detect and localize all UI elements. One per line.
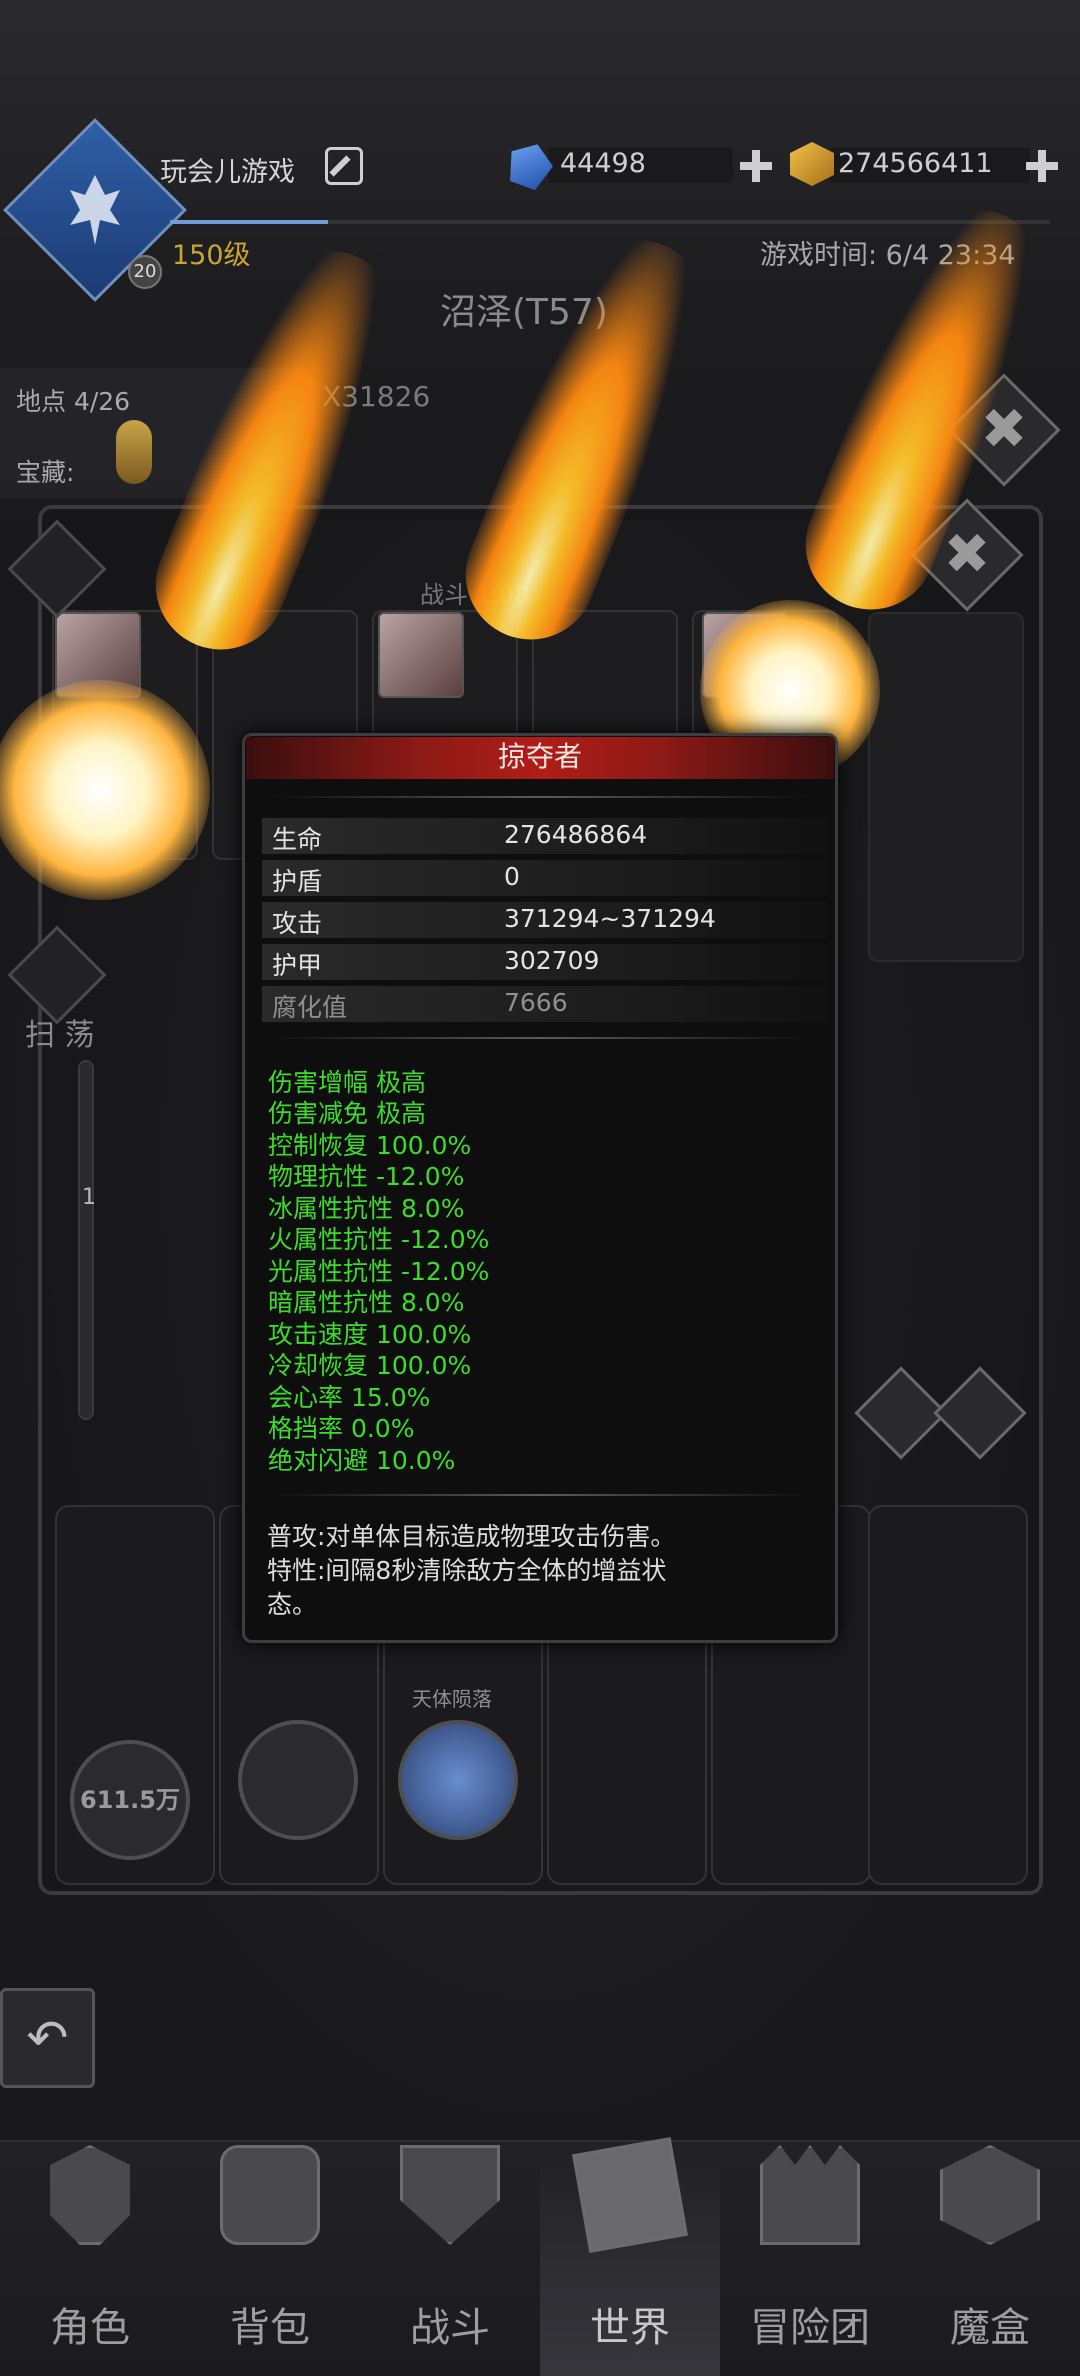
- stat-label: 生命: [272, 825, 323, 854]
- helmet-icon: [50, 2145, 130, 2245]
- explosion-effect: [0, 680, 210, 900]
- stat-value: 276486864: [504, 820, 648, 849]
- enemy-portrait[interactable]: [378, 612, 464, 698]
- stat-value: 0: [504, 862, 520, 891]
- attribute-line: 火属性抗性 -12.0%: [268, 1225, 490, 1254]
- nav-label: 角色: [50, 2305, 130, 2351]
- player-name: 玩会儿游戏: [160, 157, 295, 188]
- xp-bar-fill: [170, 220, 328, 224]
- skill-name: 天体陨落: [412, 1687, 492, 1711]
- description-line: 普攻:对单体目标造成物理攻击伤害。: [267, 1522, 676, 1551]
- treasure-icon: [116, 420, 152, 484]
- sweep-label: 扫 荡: [25, 1018, 95, 1053]
- attribute-line: 物理抗性 -12.0%: [268, 1162, 465, 1191]
- nav-label: 战斗: [410, 2305, 490, 2351]
- stat-label: 攻击: [272, 909, 323, 938]
- divider: [270, 1494, 810, 1496]
- popup-title: 掠夺者: [497, 740, 582, 773]
- attribute-line: 冷却恢复 100.0%: [268, 1351, 472, 1380]
- divider: [270, 796, 810, 798]
- divider: [270, 1037, 810, 1039]
- avatar-level-badge: 20: [128, 255, 162, 289]
- location-count: 地点 4/26: [16, 387, 131, 416]
- back-button[interactable]: ↶: [0, 1988, 95, 2088]
- skill-hp-circle: 611.5万: [70, 1740, 190, 1860]
- nav-label: 背包: [230, 2305, 310, 2351]
- map-scroll-icon: [572, 2137, 688, 2253]
- description-line: 态。: [267, 1590, 318, 1619]
- nav-tab-character[interactable]: 角色: [0, 2145, 180, 2376]
- stat-row: [262, 860, 828, 896]
- nav-label: 魔盒: [950, 2305, 1030, 2351]
- nav-label: 世界: [590, 2305, 670, 2351]
- gold-count: 274566411: [838, 148, 993, 179]
- nav-tab-world[interactable]: 世界: [540, 2137, 720, 2376]
- right-slot: [868, 612, 1024, 962]
- castle-icon: [760, 2145, 860, 2245]
- gem-count: 44498: [560, 148, 646, 179]
- nav-tab-backpack[interactable]: 背包: [180, 2145, 360, 2376]
- attribute-line: 绝对闪避 10.0%: [268, 1446, 456, 1475]
- add-gems-button[interactable]: [740, 150, 772, 182]
- skill-slot[interactable]: [868, 1505, 1028, 1885]
- meteor-skill-icon[interactable]: [398, 1720, 518, 1840]
- avatar-emblem-icon: [70, 175, 120, 245]
- stat-label: 护盾: [272, 867, 323, 896]
- shield-sword-icon: [400, 2145, 500, 2245]
- nav-tab-magic-box[interactable]: 魔盒: [900, 2145, 1080, 2376]
- stat-label: 护甲: [272, 951, 323, 980]
- stat-label: 腐化值: [272, 993, 348, 1022]
- player-level: 150级: [172, 240, 251, 271]
- sword-skill-icon[interactable]: [238, 1720, 358, 1840]
- nav-tab-battle[interactable]: 战斗: [360, 2145, 540, 2376]
- attribute-line: 伤害减免 极高: [268, 1099, 426, 1128]
- stat-value: 7666: [504, 988, 568, 1017]
- treasure-label: 宝藏:: [16, 458, 75, 487]
- add-gold-button[interactable]: [1026, 150, 1058, 182]
- side-number: 1: [82, 1185, 96, 1210]
- nav-tab-adventure-group[interactable]: 冒险团: [720, 2145, 900, 2376]
- stat-value: 302709: [504, 946, 600, 975]
- attribute-line: 暗属性抗性 8.0%: [268, 1288, 465, 1317]
- nav-label: 冒险团: [750, 2305, 870, 2351]
- edit-name-icon[interactable]: [325, 147, 363, 185]
- description-line: 特性:间隔8秒清除敌方全体的增益状: [267, 1556, 667, 1585]
- stat-value: 371294~371294: [504, 904, 716, 933]
- backpack-icon: [220, 2145, 320, 2245]
- cube-icon: [940, 2145, 1040, 2245]
- side-progress-bar: [78, 1060, 94, 1420]
- attribute-line: 格挡率 0.0%: [268, 1414, 415, 1443]
